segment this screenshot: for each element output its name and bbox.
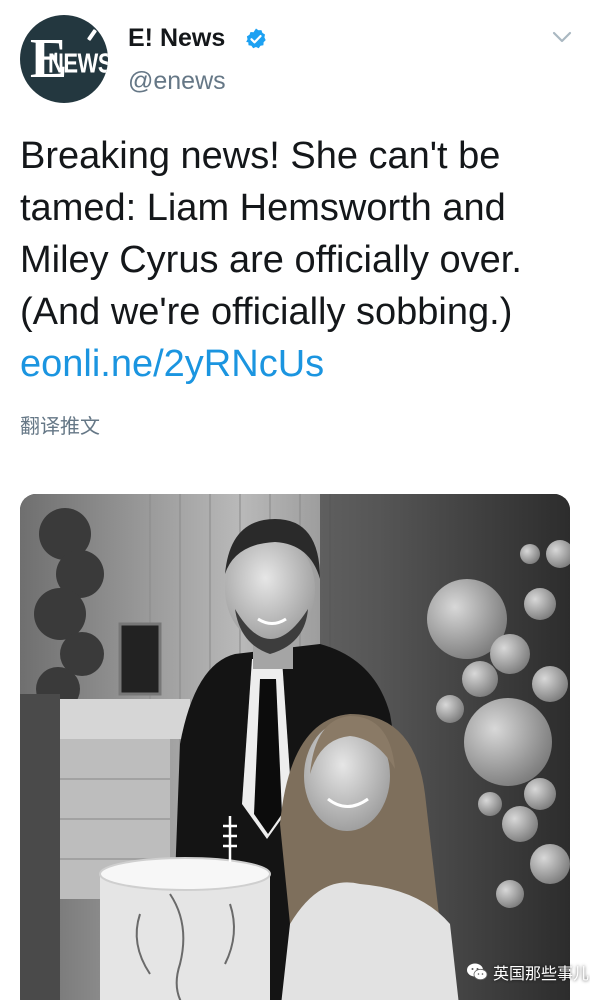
verified-badge-icon [246,28,266,49]
translate-tweet-button[interactable]: 翻译推文 [20,414,100,438]
photo-illustration [20,494,570,1000]
tweet-card: E NEWS E! News @enews Breaking news! She… [0,0,590,1000]
avatar-logo-accent [86,28,98,42]
watermark: 英国那些事儿 [466,958,589,986]
wechat-icon [467,963,488,981]
tweet-text-line: Breaking news! She can't be [20,135,501,177]
tweet-text-line: Miley Cyrus are officially over. [20,239,522,281]
tweet-text-line: (And we're officially sobbing.) [20,291,513,333]
tweet-link[interactable]: eonli.ne/2yRNcUs [20,338,580,390]
chevron-down-icon[interactable] [552,30,572,44]
tweet-photo[interactable] [20,494,570,1000]
tweet-text: Breaking news! She can't be tamed: Liam … [20,130,580,390]
avatar-logo-word: NEWS [48,47,108,79]
watermark-label: 英国那些事儿 [493,964,590,983]
tweet-text-line: tamed: Liam Hemsworth and [20,187,506,229]
account-handle[interactable]: @enews [128,66,226,96]
display-name[interactable]: E! News [128,23,225,53]
avatar[interactable]: E NEWS [20,15,108,103]
